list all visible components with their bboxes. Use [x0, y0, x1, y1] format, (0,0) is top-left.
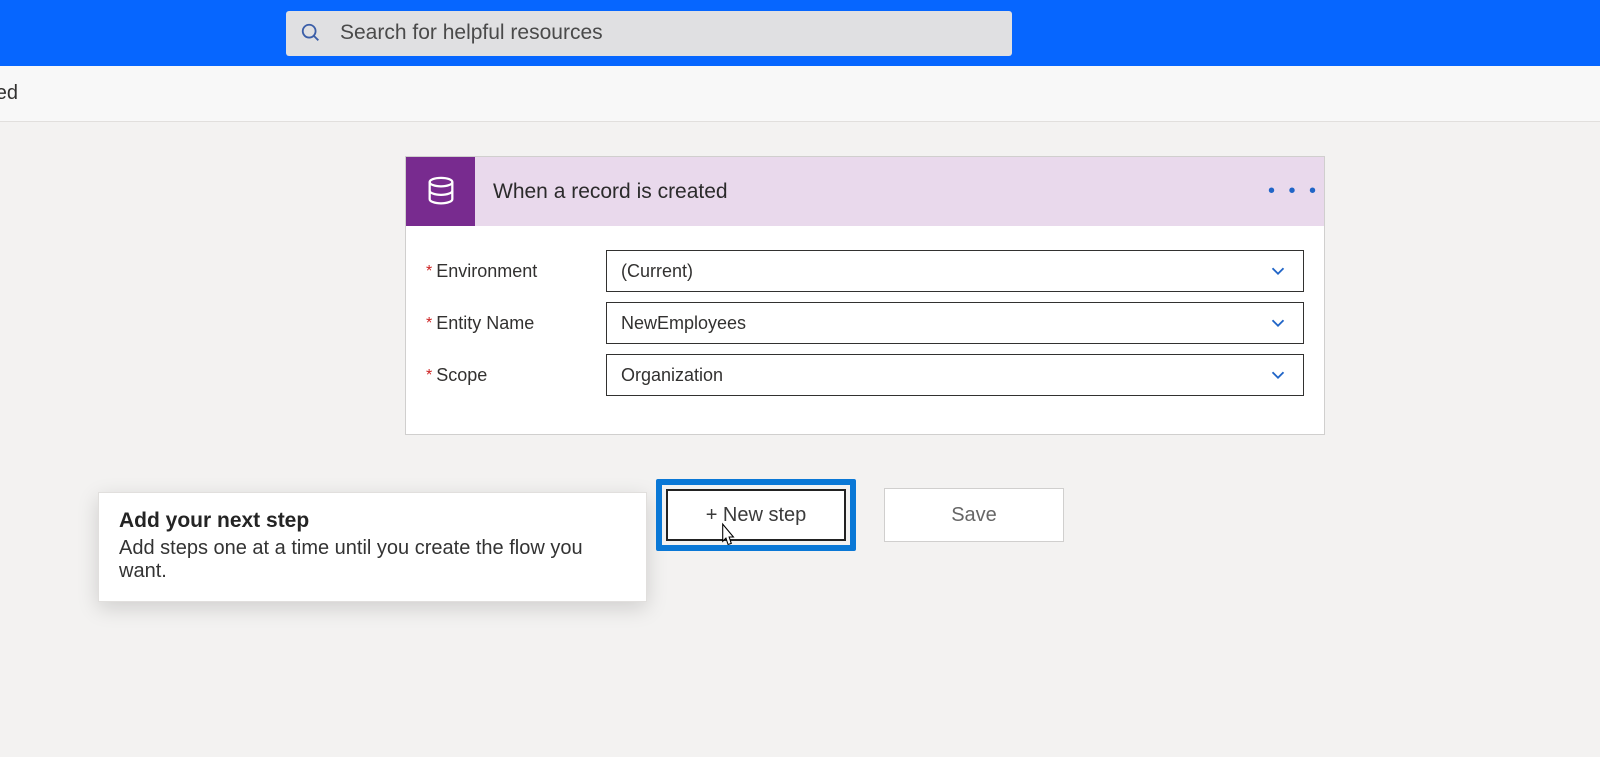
- chevron-down-icon: [1267, 364, 1289, 386]
- coachmark-tooltip: Add your next step Add steps one at a ti…: [98, 492, 647, 602]
- top-bar: Search for helpful resources: [0, 0, 1600, 66]
- trigger-title: When a record is created: [475, 180, 1264, 204]
- environment-select[interactable]: (Current): [606, 250, 1304, 292]
- trigger-body: *Environment (Current) *Entity Name NewE…: [406, 226, 1324, 434]
- action-buttons: + New step Save: [656, 479, 1064, 551]
- tooltip-title: Add your next step: [119, 509, 626, 533]
- trigger-header[interactable]: When a record is created • • •: [406, 157, 1324, 226]
- trigger-card: When a record is created • • • *Environm…: [405, 156, 1325, 435]
- scope-value: Organization: [621, 365, 723, 386]
- entity-name-select[interactable]: NewEmployees: [606, 302, 1304, 344]
- chevron-down-icon: [1267, 312, 1289, 334]
- flow-canvas: When a record is created • • • *Environm…: [0, 122, 1600, 757]
- search-box[interactable]: Search for helpful resources: [286, 11, 1012, 56]
- search-placeholder: Search for helpful resources: [340, 21, 603, 45]
- field-label: *Entity Name: [426, 313, 606, 334]
- search-icon: [300, 22, 322, 44]
- field-label: *Environment: [426, 261, 606, 282]
- database-icon: [424, 175, 458, 209]
- field-row-entity: *Entity Name NewEmployees: [426, 302, 1304, 344]
- subheader-text: rded: [0, 82, 18, 105]
- scope-select[interactable]: Organization: [606, 354, 1304, 396]
- trigger-menu-button[interactable]: • • •: [1264, 180, 1324, 203]
- sub-header: rded: [0, 66, 1600, 122]
- trigger-icon-box: [406, 157, 475, 226]
- new-step-button[interactable]: + New step: [666, 489, 846, 541]
- entity-name-value: NewEmployees: [621, 313, 746, 334]
- chevron-down-icon: [1267, 260, 1289, 282]
- field-label: *Scope: [426, 365, 606, 386]
- tooltip-body: Add steps one at a time until you create…: [119, 537, 626, 583]
- save-button[interactable]: Save: [884, 488, 1064, 542]
- environment-value: (Current): [621, 261, 693, 282]
- field-row-environment: *Environment (Current): [426, 250, 1304, 292]
- new-step-highlight: + New step: [656, 479, 856, 551]
- field-row-scope: *Scope Organization: [426, 354, 1304, 396]
